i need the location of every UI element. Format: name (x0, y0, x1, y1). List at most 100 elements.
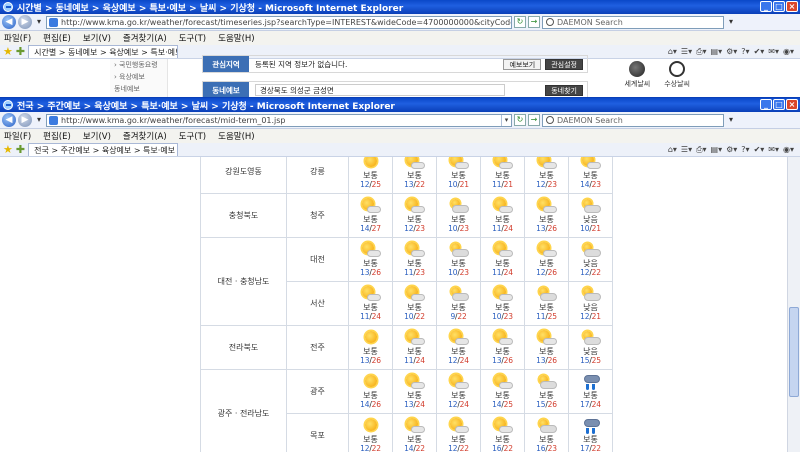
temperature-range: 13/26 (360, 268, 381, 277)
add-favorite-icon[interactable]: ✚ (16, 46, 25, 57)
temperature-range: 17/22 (580, 444, 601, 452)
maximize-button[interactable]: □ (773, 99, 785, 110)
help-menu-icon[interactable]: ?▾ (741, 47, 749, 57)
tools-menu-icon[interactable]: ⚙▾ (726, 145, 737, 155)
front-page-content: 강원도영동 강릉 보통 12/25 보통 13/22 보통 10/21 보통 11/21 보통 12/… (0, 157, 800, 452)
find-town-button[interactable]: 동네찾기 (545, 84, 583, 96)
add-favorite-icon[interactable]: ✚ (16, 144, 25, 155)
temperature-range: 11/24 (492, 268, 513, 277)
checkmark-icon[interactable]: ✔▾ (754, 145, 765, 155)
maximize-button[interactable]: □ (773, 1, 785, 12)
refresh-icon[interactable]: ↻ (514, 114, 526, 126)
precip-level: 보통 (539, 347, 554, 356)
front-tab[interactable]: 전국 > 주간예보 > 육상예보 > 특보·예보 > 날... (28, 143, 179, 156)
close-button[interactable]: × (786, 1, 798, 12)
back-search-input[interactable]: DAEMON Search (542, 15, 724, 29)
forward-arrow-icon[interactable]: ▶ (18, 15, 32, 29)
menu-tools[interactable]: 도구(T) (179, 130, 206, 142)
extra-icon[interactable]: ◉▾ (783, 47, 794, 57)
local-area-field[interactable]: 경상북도 의성군 금성면 (255, 84, 505, 96)
forecast-cell-content: 보통 16/22 (481, 418, 524, 452)
search-options-icon[interactable]: ▾ (726, 114, 736, 126)
feeds-icon[interactable]: ☰▾ (681, 47, 692, 57)
menu-view[interactable]: 보기(V) (83, 130, 111, 142)
extra-icon[interactable]: ◉▾ (783, 145, 794, 155)
page-menu-icon[interactable]: ▤▾ (711, 47, 723, 57)
nav-dropdown-icon[interactable]: ▾ (34, 114, 44, 126)
tools-menu-icon[interactable]: ⚙▾ (726, 47, 737, 57)
page-menu-icon[interactable]: ▤▾ (711, 145, 723, 155)
side-item[interactable]: › 국민행동요령 (110, 59, 167, 71)
address-dropdown-icon[interactable]: ▾ (501, 114, 511, 126)
front-search-input[interactable]: DAEMON Search (542, 113, 724, 127)
interest-setting-button[interactable]: 관심설정 (545, 58, 583, 70)
back-address-field[interactable]: http://www.kma.go.kr/weather/forecast/ti… (46, 15, 512, 29)
close-button[interactable]: × (786, 99, 798, 110)
back-address-bar-row: ◀ ▶ ▾ http://www.kma.go.kr/weather/forec… (0, 14, 800, 31)
mail-icon[interactable]: ✉▾ (768, 145, 779, 155)
forecast-cell: 보통 12/26 (524, 237, 569, 282)
print-icon[interactable]: ⎙▾ (696, 47, 706, 57)
front-title-bar[interactable]: 전국 > 주간예보 > 육상예보 > 특보·예보 > 날씨 > 기상청 - Mi… (0, 98, 800, 112)
checkmark-icon[interactable]: ✔▾ (754, 47, 765, 57)
side-item[interactable]: › 육상예보 (110, 71, 167, 83)
side-item[interactable]: 동네예보 (110, 83, 167, 95)
partly-cloudy-icon (448, 374, 470, 390)
back-tab[interactable]: 시간별 > 동네예보 > 육상예보 > 특보·예보 > ... (28, 45, 179, 58)
back-title-bar[interactable]: 시간별 > 동네예보 > 육상예보 > 특보·예보 > 날씨 > 기상청 - M… (0, 0, 800, 14)
minimize-button[interactable]: _ (760, 99, 772, 110)
partly-cloudy-icon (536, 330, 558, 346)
forecast-cell: 보통 13/26 (524, 193, 569, 238)
view-forecast-button[interactable]: 예보보기 (503, 58, 542, 70)
forecast-cell-content: 보통 17/22 (569, 418, 612, 452)
menu-tools[interactable]: 도구(T) (179, 32, 206, 44)
forecast-cell-content: 보통 10/23 (437, 242, 480, 277)
partly-cloudy-icon (492, 330, 514, 346)
refresh-icon[interactable]: ↻ (514, 16, 526, 28)
menu-edit[interactable]: 편집(E) (43, 130, 71, 142)
back-page-content: › 국민행동요령 › 육상예보 동네예보 관심지역 등록된 지역 정보가 없습니… (0, 55, 800, 98)
menu-view[interactable]: 보기(V) (83, 32, 111, 44)
menu-favorites[interactable]: 즐겨찾기(A) (123, 130, 167, 142)
go-arrow-icon[interactable]: → (528, 114, 540, 126)
back-arrow-icon[interactable]: ◀ (2, 15, 16, 29)
high-temp: 23 (459, 224, 469, 233)
forecast-cell: 보통 14/25 (480, 369, 525, 414)
mail-icon[interactable]: ✉▾ (768, 47, 779, 57)
favorites-star-icon[interactable]: ★ (3, 46, 13, 57)
high-temp: 22 (415, 444, 425, 452)
world-weather-link[interactable]: 세계날씨 (624, 61, 650, 89)
back-arrow-icon[interactable]: ◀ (2, 113, 16, 127)
menu-help[interactable]: 도움말(H) (218, 130, 254, 142)
search-options-icon[interactable]: ▾ (726, 16, 736, 28)
menu-file[interactable]: 파일(F) (4, 32, 31, 44)
feeds-icon[interactable]: ☰▾ (681, 145, 692, 155)
home-icon[interactable]: ⌂▾ (668, 47, 677, 57)
back-tab-title: 시간별 > 동네예보 > 육상예보 > 특보·예보 > ... (34, 47, 177, 57)
vertical-scrollbar[interactable] (787, 157, 800, 452)
menu-file[interactable]: 파일(F) (4, 130, 31, 142)
cloudy-icon (448, 286, 470, 302)
forecast-cell-content: 보통 11/24 (481, 198, 524, 233)
go-arrow-icon[interactable]: → (528, 16, 540, 28)
minimize-button[interactable]: _ (760, 1, 772, 12)
help-menu-icon[interactable]: ?▾ (741, 145, 749, 155)
menu-edit[interactable]: 편집(E) (43, 32, 71, 44)
front-address-field[interactable]: http://www.kma.go.kr/weather/forecast/mi… (46, 113, 512, 127)
precip-level: 보통 (539, 435, 554, 444)
temperature-range: 12/22 (448, 444, 469, 452)
forecast-cell: 보통 12/23 (392, 193, 437, 238)
home-icon[interactable]: ⌂▾ (668, 145, 677, 155)
precip-level: 낮음 (583, 259, 598, 268)
water-weather-link[interactable]: 수상날씨 (664, 61, 690, 89)
nav-dropdown-icon[interactable]: ▾ (34, 16, 44, 28)
print-icon[interactable]: ⎙▾ (696, 145, 706, 155)
high-temp: 21 (591, 224, 601, 233)
favorites-star-icon[interactable]: ★ (3, 144, 13, 155)
low-temp: 12 (536, 180, 546, 189)
menu-help[interactable]: 도움말(H) (218, 32, 254, 44)
menu-favorites[interactable]: 즐겨찾기(A) (123, 32, 167, 44)
forward-arrow-icon[interactable]: ▶ (18, 113, 32, 127)
scrollbar-thumb[interactable] (789, 307, 799, 397)
forecast-cell: 보통 13/26 (348, 237, 393, 282)
